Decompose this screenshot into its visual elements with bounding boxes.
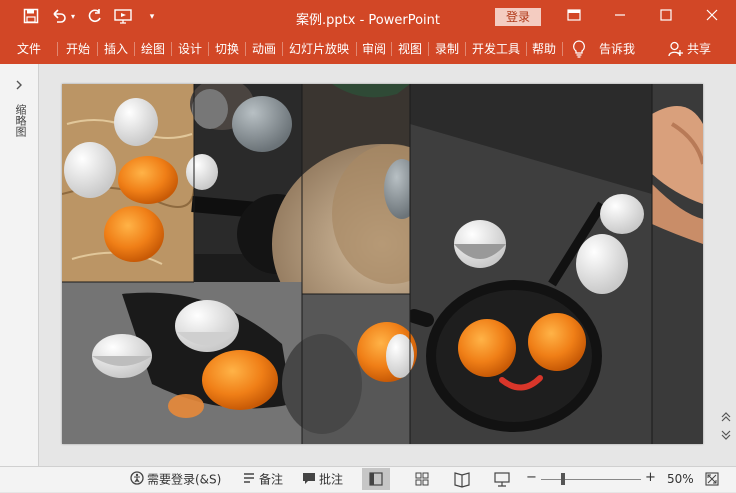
photo-hands-cracking-egg <box>652 84 703 444</box>
normal-view-icon <box>369 472 383 486</box>
tab-separator <box>282 42 283 56</box>
tab-slideshow[interactable]: 幻灯片放映 <box>289 42 349 56</box>
tell-me-search[interactable]: 告诉我 <box>599 42 635 56</box>
reading-view-button[interactable] <box>448 468 476 490</box>
tab-separator <box>245 42 246 56</box>
undo-icon[interactable] <box>50 8 68 26</box>
tab-animations[interactable]: 动画 <box>252 42 276 56</box>
tab-separator <box>356 42 357 56</box>
share-button[interactable]: 共享 <box>687 42 711 56</box>
tab-home[interactable]: 开始 <box>66 42 90 56</box>
tab-view[interactable]: 视图 <box>398 42 422 56</box>
scroll-down-icon[interactable] <box>720 430 732 442</box>
slide-canvas[interactable] <box>62 84 703 444</box>
tab-separator <box>57 42 58 56</box>
thumbnail-pane[interactable]: 缩略图 <box>0 64 39 466</box>
notes-label: 备注 <box>259 472 284 487</box>
slide-sorter-button[interactable] <box>408 468 436 490</box>
tab-review[interactable]: 审阅 <box>362 42 386 56</box>
tab-separator <box>465 42 466 56</box>
fit-window-button[interactable] <box>705 472 719 490</box>
save-icon[interactable] <box>22 8 40 26</box>
slideshow-view-button[interactable] <box>488 468 516 490</box>
minimize-icon[interactable] <box>600 4 640 30</box>
photo-pan-with-yolks <box>407 84 652 444</box>
normal-view-button[interactable] <box>362 468 390 490</box>
slideshow-view-icon <box>494 472 510 487</box>
reading-view-icon <box>454 472 470 488</box>
egg-photo-collage <box>62 84 703 444</box>
comments-button[interactable]: 批注 <box>302 471 343 489</box>
tab-separator <box>391 42 392 56</box>
redo-icon[interactable] <box>86 8 104 26</box>
tab-help[interactable]: 帮助 <box>532 42 556 56</box>
status-bar: 需要登录(&S) 备注 批注 − + 50% <box>0 466 736 492</box>
login-button[interactable]: 登录 <box>495 8 541 26</box>
close-icon[interactable] <box>692 4 732 30</box>
tab-separator <box>526 42 527 56</box>
photo-eggs-in-straw <box>62 84 195 282</box>
tab-separator <box>208 42 209 56</box>
zoom-slider[interactable] <box>541 479 641 480</box>
maximize-icon[interactable] <box>646 4 686 30</box>
title-bar: ▾ ▾ 案例.pptx - PowerPoint 登录 <box>0 0 736 34</box>
tab-separator <box>134 42 135 56</box>
notes-button[interactable]: 备注 <box>242 471 283 489</box>
zoom-slider-thumb[interactable] <box>561 473 566 485</box>
tab-draw[interactable]: 绘图 <box>141 42 165 56</box>
login-required-label: 需要登录(&S) <box>147 472 222 487</box>
tab-separator <box>562 42 563 56</box>
tab-separator <box>97 42 98 56</box>
ribbon-tabs: 文件 开始 插入 绘图 设计 切换 动画 幻灯片放映 审阅 视图 录制 开发工具… <box>0 34 736 64</box>
comments-icon <box>302 471 316 489</box>
sorter-view-icon <box>415 472 429 486</box>
tab-developer[interactable]: 开发工具 <box>472 42 520 56</box>
tab-record[interactable]: 录制 <box>435 42 459 56</box>
fit-window-icon <box>705 472 719 486</box>
customize-icon[interactable]: ▾ <box>145 8 159 26</box>
comments-label: 批注 <box>319 472 344 487</box>
chevron-right-icon[interactable] <box>13 80 25 92</box>
scroll-up-icon[interactable] <box>720 412 732 424</box>
zoom-level[interactable]: 50% <box>667 471 694 487</box>
undo-dropdown-icon[interactable]: ▾ <box>68 8 78 26</box>
accessibility-icon <box>130 471 144 489</box>
share-icon[interactable] <box>668 41 684 61</box>
present-icon[interactable] <box>114 8 134 26</box>
tab-separator <box>428 42 429 56</box>
tab-design[interactable]: 设计 <box>178 42 202 56</box>
tab-transitions[interactable]: 切换 <box>215 42 239 56</box>
accessibility-status[interactable]: 需要登录(&S) <box>130 471 221 489</box>
photo-cracked-egg-yolk <box>62 282 302 444</box>
notes-icon <box>242 471 256 489</box>
zoom-in-button[interactable]: + <box>645 470 656 486</box>
zoom-out-button[interactable]: − <box>526 470 537 486</box>
tab-insert[interactable]: 插入 <box>104 42 128 56</box>
thumbnail-pane-label[interactable]: 缩略图 <box>12 104 28 137</box>
tab-separator <box>171 42 172 56</box>
ribbon-display-icon[interactable] <box>554 4 594 30</box>
tab-file[interactable]: 文件 <box>17 42 41 56</box>
lightbulb-icon[interactable] <box>572 40 586 62</box>
